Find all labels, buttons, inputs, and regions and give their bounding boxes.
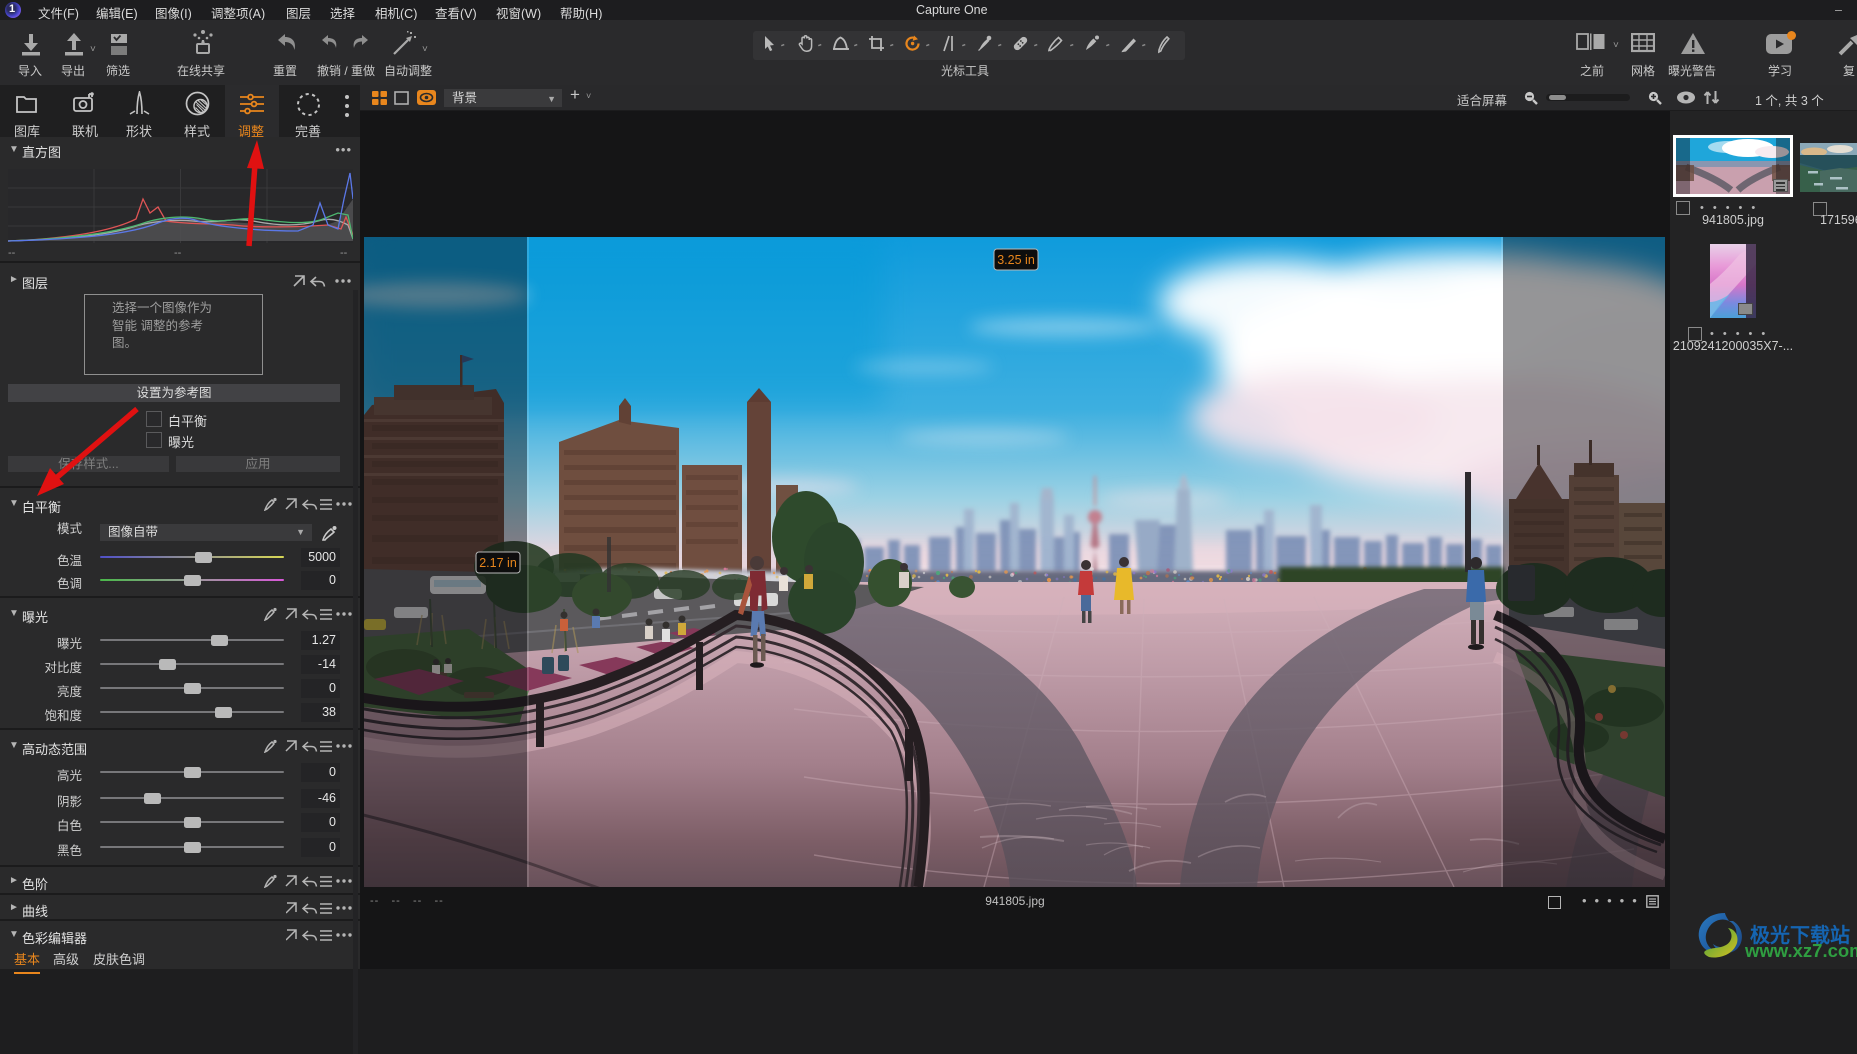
svg-text:2.17 in: 2.17 in <box>479 556 517 570</box>
svg-text:3.25 in: 3.25 in <box>997 253 1035 267</box>
